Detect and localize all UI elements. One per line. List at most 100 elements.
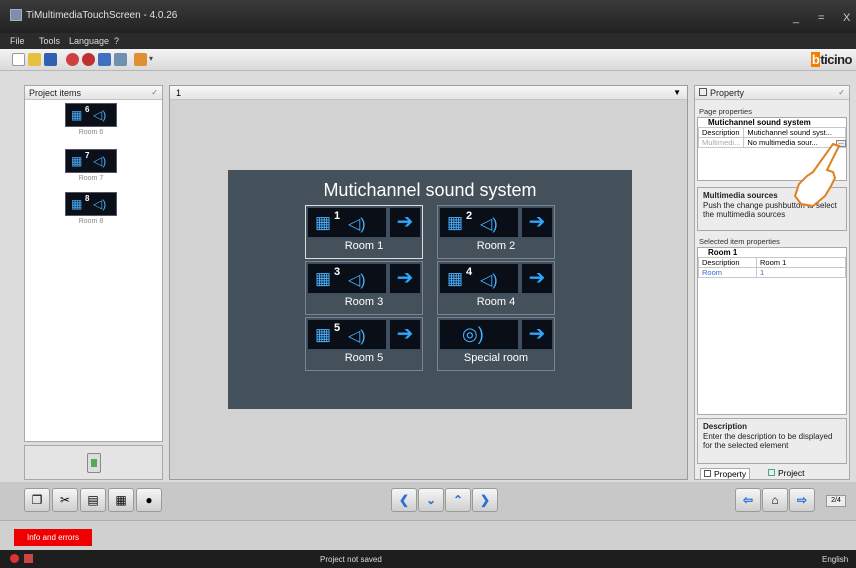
page-properties-label: Page properties <box>699 107 752 116</box>
room-button-1[interactable]: ▦ 1 ◁) ➔ Room 1 <box>305 205 423 259</box>
trash-area[interactable] <box>24 445 163 480</box>
item-properties-grid: Room 1 Description Room 1 Room 1 <box>697 247 847 415</box>
project-item[interactable]: ▦ 6 ◁) Room 6 <box>65 103 117 136</box>
status-bar: Project not saved English <box>0 550 856 568</box>
grid-icon: ▦ <box>447 269 464 288</box>
speaker-icon: ◁) <box>93 154 107 168</box>
project-item[interactable]: ▦ 8 ◁) Room 8 <box>65 192 117 225</box>
page-canvas: Mutichannel sound system ▦ 1 ◁) ➔ Room 1 ▦… <box>228 170 632 409</box>
arrow-right-icon[interactable]: ➔ <box>521 207 553 238</box>
speaker-icon: ◁) <box>348 328 366 345</box>
grid-layout-icon[interactable]: ▦ <box>108 488 134 512</box>
new-icon[interactable] <box>12 53 25 66</box>
room-tile: ◎) <box>439 319 519 350</box>
item-properties-table: Description Room 1 Room 1 <box>698 257 846 278</box>
paste-icon[interactable]: ▤ <box>80 488 106 512</box>
grid-icon: ▦ <box>447 213 464 232</box>
bottom-toolbar: ❐ ✂ ▤ ▦ ● ❮ ⌄ ⌃ ❯ ⇦ ⌂ ⇨ 2/4 <box>0 482 856 520</box>
pin-icon[interactable]: ✓ <box>838 88 845 97</box>
arrow-right-icon[interactable]: ➔ <box>389 207 421 238</box>
property-row[interactable]: Description Mutichannel sound syst... <box>697 127 846 138</box>
property-icon <box>699 88 707 96</box>
room-button-2[interactable]: ▦ 2 ◁) ➔ Room 2 <box>437 205 555 259</box>
open-icon[interactable] <box>28 53 41 66</box>
export-icon[interactable] <box>82 53 95 66</box>
room-tile: ▦ 2 ◁) <box>439 207 519 238</box>
close-button[interactable]: X <box>843 12 850 24</box>
options-icon[interactable] <box>134 53 147 66</box>
property-row[interactable]: Room 1 <box>698 267 846 278</box>
grid-icon: ▦ <box>71 108 83 122</box>
minimize-button[interactable]: _ <box>793 12 799 24</box>
grid-icon: ▦ <box>315 213 332 232</box>
toolbar: ▾ bticino <box>0 49 856 71</box>
bticino-logo: bticino <box>810 52 852 67</box>
page-number: 1 <box>176 88 182 98</box>
dropdown-arrow-icon[interactable]: ▾ <box>149 54 153 63</box>
room-button-3[interactable]: ▦ 3 ◁) ➔ Room 3 <box>305 261 423 315</box>
info-bar: Info and errors <box>0 520 856 550</box>
receive-icon[interactable] <box>114 53 127 66</box>
property-tabs: Property Project <box>697 467 847 480</box>
editor-frame: 1 ▼ Mutichannel sound system ▦ 1 ◁) ➔ Room… <box>169 85 688 480</box>
pin-icon[interactable]: ✓ <box>151 88 158 97</box>
menu-language[interactable]: Language <box>69 36 109 46</box>
cut-icon[interactable]: ✂ <box>52 488 78 512</box>
arrow-right-icon[interactable]: ➔ <box>521 319 553 350</box>
arrow-right-icon[interactable]: ➔ <box>521 263 553 294</box>
page-selector[interactable]: 1 ▼ <box>170 86 687 100</box>
grid-icon: ▦ <box>71 197 83 211</box>
copy-icon[interactable]: ❐ <box>24 488 50 512</box>
brand-text: ticino <box>820 52 852 67</box>
room-button-4[interactable]: ▦ 4 ◁) ➔ Room 4 <box>437 261 555 315</box>
menu-tools[interactable]: Tools <box>39 36 60 46</box>
save-icon[interactable] <box>44 53 57 66</box>
tab-property[interactable]: Property <box>700 468 751 480</box>
arrow-right-icon[interactable]: ➔ <box>389 263 421 294</box>
room-thumbnail: ▦ 8 ◁) <box>65 192 117 216</box>
document-icon <box>24 554 33 563</box>
room-button-5[interactable]: ▦ 5 ◁) ➔ Room 5 <box>305 317 423 371</box>
menu-file[interactable]: File <box>10 36 25 46</box>
trash-icon[interactable] <box>87 453 101 473</box>
page-counter: 2/4 <box>826 495 846 507</box>
home-icon[interactable]: ⌂ <box>762 488 788 512</box>
move-right-button[interactable]: ❯ <box>472 488 498 512</box>
chevron-down-icon[interactable]: ▼ <box>673 88 681 97</box>
import-icon[interactable] <box>66 53 79 66</box>
project-items-header: Project items ✓ <box>25 86 162 100</box>
room-tile: ▦ 4 ◁) <box>439 263 519 294</box>
project-item[interactable]: ▦ 7 ◁) Room 7 <box>65 149 117 182</box>
send-icon[interactable] <box>98 53 111 66</box>
description-help-box: Description Enter the description to be … <box>697 418 847 464</box>
room-thumbnail: ▦ 7 ◁) <box>65 149 117 173</box>
grid-icon: ▦ <box>71 154 83 168</box>
next-page-button[interactable]: ⇨ <box>789 488 815 512</box>
project-items-panel: Project items ✓ ▦ 6 ◁) Room 6 ▦ 7 ◁) Roo… <box>24 85 163 442</box>
move-down-button[interactable]: ⌄ <box>418 488 444 512</box>
property-row[interactable]: Description Room 1 <box>698 257 846 268</box>
special-room-button[interactable]: ◎) ➔ Special room <box>437 317 555 371</box>
speaker-icon: ◁) <box>348 272 366 289</box>
window-title: TiMultimediaTouchScreen - 4.0.26 <box>26 10 178 21</box>
palette-icon[interactable]: ● <box>136 488 162 512</box>
room-tile: ▦ 5 ◁) <box>307 319 387 350</box>
move-left-button[interactable]: ❮ <box>391 488 417 512</box>
property-header: Property ✓ <box>695 86 849 100</box>
hand-pointer-icon <box>791 142 843 212</box>
info-errors-button[interactable]: Info and errors <box>14 529 92 546</box>
project-icon <box>768 469 775 476</box>
menu-bar: File Tools Language ? <box>0 33 856 49</box>
move-up-button[interactable]: ⌃ <box>445 488 471 512</box>
previous-page-button[interactable]: ⇦ <box>735 488 761 512</box>
property-title: Property <box>710 88 745 98</box>
room-tile: ▦ 3 ◁) <box>307 263 387 294</box>
maximize-button[interactable]: = <box>818 12 824 24</box>
arrow-right-icon[interactable]: ➔ <box>389 319 421 350</box>
grid-icon: ▦ <box>315 325 332 344</box>
menu-help[interactable]: ? <box>114 36 119 46</box>
property-icon <box>704 470 711 477</box>
tab-project[interactable]: Project <box>765 468 807 478</box>
special-speaker-icon: ◎) <box>462 324 484 344</box>
page-title: Mutichannel sound system <box>323 180 537 200</box>
